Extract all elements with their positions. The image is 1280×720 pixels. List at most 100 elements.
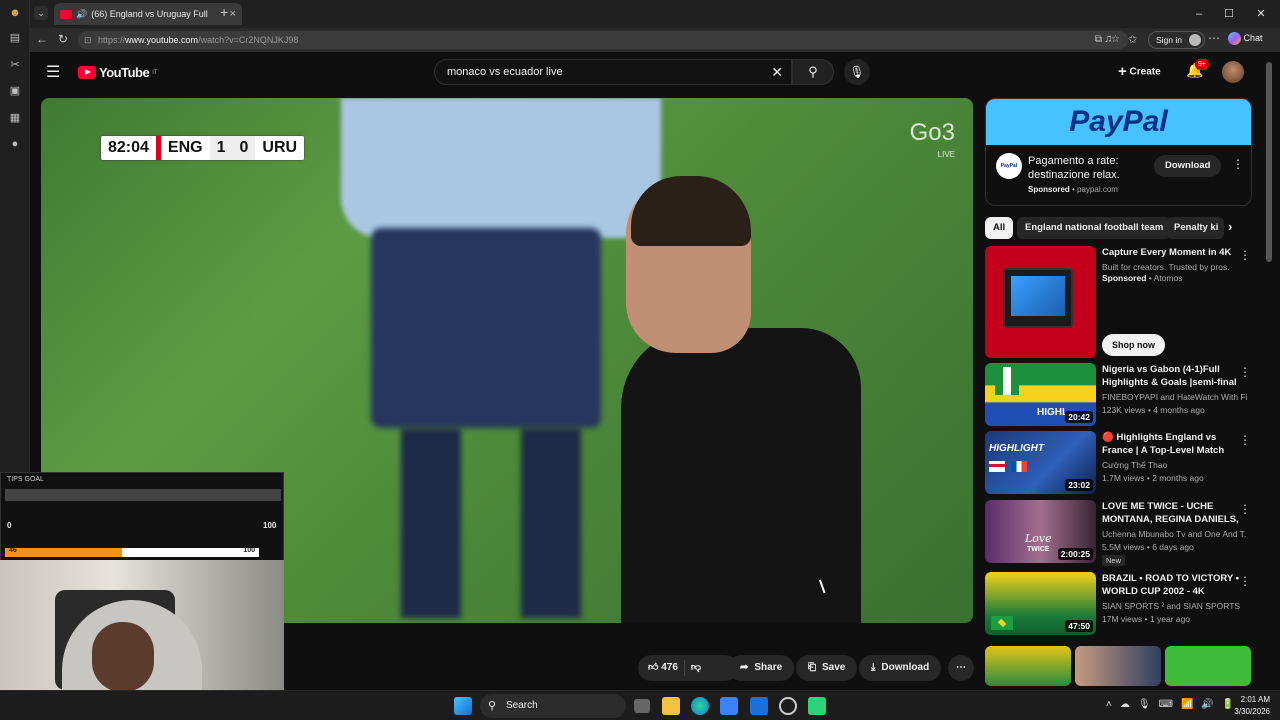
live-label: LIVE — [937, 150, 955, 159]
save-label: Save — [822, 662, 846, 673]
video-title[interactable]: BRAZIL • ROAD TO VICTORY • WORLD CUP 200… — [1102, 572, 1242, 598]
video-title[interactable]: Capture Every Moment in 4K — [1102, 246, 1242, 259]
channel-name[interactable]: Cường Thể Thao — [1102, 460, 1247, 470]
chip-penalty[interactable]: Penalty ki — [1166, 217, 1224, 239]
menu-icon[interactable]: ☰ — [46, 62, 60, 82]
account-avatar[interactable] — [1222, 61, 1244, 83]
more-actions-button[interactable]: ⋯ — [948, 655, 974, 681]
file-explorer-icon[interactable] — [662, 697, 680, 715]
tools-icon[interactable]: ✂ — [8, 58, 22, 72]
close-tab-icon[interactable]: × — [230, 8, 236, 20]
duration-badge: 2:00:25 — [1057, 548, 1093, 560]
channel-name[interactable]: FINEBOYPAPI and HateWatch With Fineb... — [1102, 392, 1247, 402]
monitor-image — [1003, 268, 1073, 328]
item-menu-icon[interactable]: ⋮ — [1239, 365, 1251, 379]
clear-search-icon[interactable]: ✕ — [771, 60, 783, 84]
item-menu-icon[interactable]: ⋮ — [1239, 248, 1251, 262]
search-button[interactable]: ⚲ — [792, 59, 834, 85]
speaker-icon[interactable]: 🔊 — [76, 9, 87, 20]
tab-actions-icon[interactable]: ⌄ — [34, 6, 48, 20]
extensions-icon[interactable]: ♫ — [1104, 33, 1112, 45]
item-menu-icon[interactable]: ⋮ — [1239, 502, 1251, 516]
refresh-icon[interactable]: ↻ — [58, 32, 68, 46]
shorts-thumbnail[interactable] — [985, 646, 1071, 686]
thumb-text: Love — [1025, 532, 1052, 545]
system-tray-icons[interactable]: ˄☁🎙⌨📶🔊🔋 — [1106, 699, 1242, 710]
item-menu-icon[interactable]: ⋮ — [1239, 574, 1251, 588]
search-input[interactable]: monaco vs ecuador live ✕ — [434, 59, 792, 85]
games-icon[interactable]: ▦ — [8, 111, 22, 125]
item-menu-icon[interactable]: ⋮ — [1239, 433, 1251, 447]
video-title[interactable]: Nigeria vs Gabon (4-1)Full Highlights & … — [1102, 363, 1242, 390]
edge-icon[interactable] — [691, 697, 709, 715]
download-button[interactable]: ⤓ Download — [859, 655, 942, 681]
mail-icon[interactable] — [750, 697, 768, 715]
clock[interactable]: 2:01 AM 3/30/2026 — [1226, 694, 1270, 718]
avatar-icon — [1189, 34, 1201, 46]
app-icon[interactable] — [779, 697, 797, 715]
home-team: ENG — [167, 139, 203, 156]
media-icon[interactable]: ● — [8, 137, 22, 151]
like-button[interactable]: 👍︎ 476 — [638, 655, 678, 681]
chevron-right-icon[interactable]: › — [1228, 219, 1232, 234]
back-icon[interactable]: ← — [36, 32, 48, 46]
channel-name[interactable]: SIAN SPORTS ² and SIAN SPORTS — [1102, 601, 1247, 611]
dislike-button[interactable]: 👎︎ — [691, 655, 701, 681]
site-info-icon[interactable]: ⊡ — [84, 31, 92, 49]
shorts-thumbnail[interactable] — [1165, 646, 1251, 686]
minimize-button[interactable]: – — [1184, 0, 1214, 28]
copilot-chat-button[interactable]: Chat — [1228, 32, 1263, 45]
video-title[interactable]: 🔴 Highlights England vs France | A Top-L… — [1102, 431, 1242, 458]
collections-icon[interactable]: ▤ — [8, 31, 22, 45]
list-item[interactable]: Capture Every Moment in 4K Built for cre… — [985, 246, 1257, 358]
chip-england[interactable]: England national football team — [1017, 217, 1172, 239]
voice-search-button[interactable]: 🎙 — [844, 59, 870, 85]
taskbar-search[interactable]: ⚲ Search — [480, 694, 626, 718]
store-icon[interactable] — [720, 697, 738, 715]
view-stats: 123K views • 4 months ago — [1102, 405, 1205, 415]
favorites-icon[interactable]: ✩ — [1128, 33, 1137, 46]
share-button[interactable]: ➦ Share — [728, 655, 795, 681]
list-item[interactable]: HIGHLIGHT 23:02 🔴 Highlights England vs … — [985, 431, 1257, 495]
video-title[interactable]: LOVE ME TWICE - UCHE MONTANA, REGINA DAN… — [1102, 500, 1242, 527]
close-window-button[interactable]: ✕ — [1246, 0, 1276, 28]
sign-in-button[interactable]: Sign in — [1148, 31, 1205, 49]
channel-name[interactable]: Uchenna Mbunabo Tv and One And T... — [1102, 529, 1247, 539]
page-scrollbar[interactable] — [1266, 62, 1272, 262]
youtube-logo[interactable]: YouTube IT — [78, 65, 158, 80]
notifications-button[interactable]: 🔔 9+ — [1186, 59, 1209, 79]
search-query: monaco vs ecuador live — [447, 66, 563, 78]
shopping-icon[interactable]: ▣ — [8, 84, 22, 98]
maximize-button[interactable]: ☐ — [1214, 0, 1244, 28]
shop-now-button[interactable]: Shop now — [1102, 334, 1165, 356]
ad-download-button[interactable]: Download — [1154, 155, 1222, 177]
video-thumbnail: HIGHLIGHT 23:02 — [985, 431, 1096, 494]
save-button[interactable]: ⎗ Save — [796, 655, 858, 681]
new-tab-button[interactable]: + — [220, 4, 228, 20]
duration-badge: 20:42 — [1065, 411, 1093, 423]
streaming-app-icon[interactable] — [808, 697, 826, 715]
youtube-wordmark: YouTube — [99, 65, 150, 80]
like-dislike-group: 👍︎ 476 👎︎ — [638, 655, 738, 681]
away-score: 0 — [232, 136, 256, 160]
youtube-favicon-icon — [60, 9, 72, 19]
paypal-ad[interactable]: PayPal PayPal Pagamento a rate: destinaz… — [985, 98, 1252, 206]
create-button[interactable]: + Create — [1112, 60, 1167, 84]
tips-bar — [5, 489, 281, 501]
chip-all[interactable]: All — [985, 217, 1014, 239]
url-field[interactable]: ⊡ https://www.youtube.com/watch?v=Cr2NQN… — [78, 31, 1128, 49]
player-leg-left — [401, 428, 461, 618]
app-available-icon[interactable]: ⧉ — [1095, 31, 1102, 49]
list-item[interactable]: 47:50 BRAZIL • ROAD TO VICTORY • WORLD C… — [985, 572, 1257, 636]
shorts-thumbnail[interactable] — [1075, 646, 1161, 686]
thumbs-down-icon: 👎︎ — [690, 662, 702, 673]
tab-active[interactable]: 🔊 (66) England vs Uruguay Full × — [54, 3, 242, 25]
ad-menu-icon[interactable]: ⋮ — [1232, 157, 1244, 171]
start-icon[interactable] — [454, 697, 472, 715]
profile-icon[interactable]: ☻ — [8, 6, 22, 20]
list-item[interactable]: Love TWICE 2:00:25 LOVE ME TWICE - UCHE … — [985, 500, 1257, 566]
favorite-star-icon[interactable]: ☆ — [1111, 31, 1120, 49]
list-item[interactable]: HIGHL 20:42 Nigeria vs Gabon (4-1)Full H… — [985, 363, 1257, 427]
more-menu-icon[interactable]: ⋯ — [1208, 31, 1220, 45]
task-view-icon[interactable] — [634, 699, 650, 713]
